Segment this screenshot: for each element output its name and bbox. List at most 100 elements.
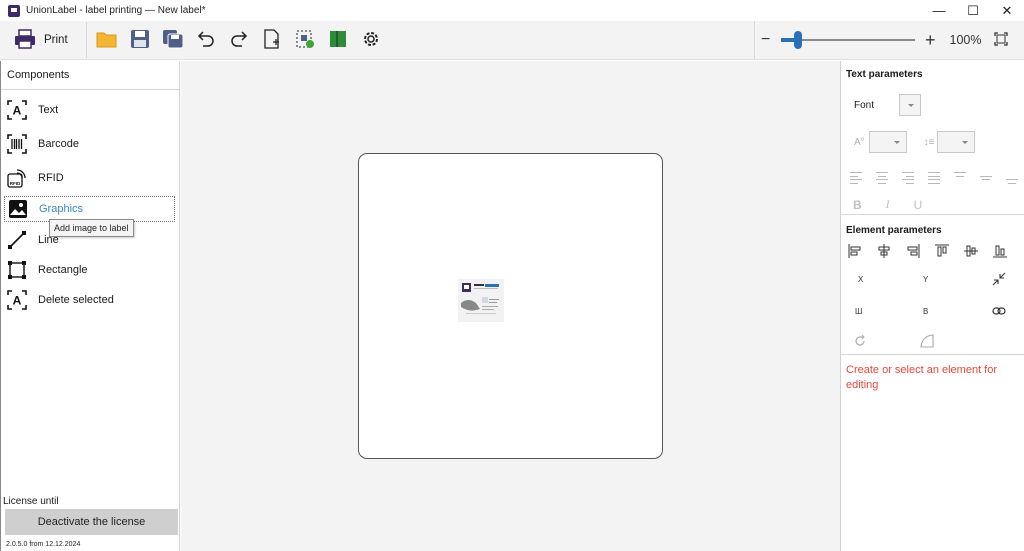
align-elements-bottom-icon[interactable]: [992, 243, 1008, 259]
component-graphics-label: Graphics: [39, 203, 84, 215]
text-parameters-title: Text parameters: [846, 69, 923, 80]
minimize-button[interactable]: —: [922, 0, 956, 21]
settings-gear-icon: [361, 29, 381, 52]
zoom-slider-thumb[interactable]: [794, 31, 802, 49]
align-right-icon[interactable]: [902, 172, 918, 184]
align-elements-right-icon[interactable]: [905, 243, 921, 259]
font-size-icon: A°: [854, 136, 865, 148]
component-text[interactable]: A Text: [1, 97, 179, 123]
corner-radius-icon[interactable]: [919, 333, 935, 349]
undo-button[interactable]: [192, 25, 220, 55]
align-middle-icon[interactable]: [980, 172, 996, 184]
component-rfid-label: RFID: [38, 172, 64, 184]
zoom-control: − + 100%: [754, 21, 1024, 59]
shrink-icon[interactable]: [991, 271, 1007, 287]
zoom-out-button[interactable]: −: [761, 31, 775, 49]
printer-icon: [14, 28, 36, 52]
svg-text:A: A: [13, 104, 22, 118]
new-label-icon: [263, 28, 281, 52]
underline-button[interactable]: U: [914, 198, 923, 212]
app-logo-icon: [8, 4, 20, 17]
label-canvas[interactable]: [181, 61, 840, 551]
align-center-icon[interactable]: [876, 172, 892, 184]
justify-icon[interactable]: [928, 172, 944, 184]
redo-button[interactable]: [225, 25, 253, 55]
align-elements-top-icon[interactable]: [934, 243, 950, 259]
rotation-icon[interactable]: [852, 333, 868, 349]
component-barcode-label: Barcode: [38, 138, 79, 150]
text-alignment-group: [850, 172, 1024, 184]
barcode-icon: [6, 133, 28, 155]
link-proportions-icon[interactable]: [991, 303, 1007, 319]
save-icon: [130, 29, 150, 52]
label-graphic-element[interactable]: [458, 279, 504, 322]
open-folder-button[interactable]: [93, 25, 121, 55]
rfid-icon: RFID: [6, 167, 28, 189]
license-until-label: License until: [3, 496, 59, 507]
component-rfid[interactable]: RFID RFID: [1, 165, 179, 191]
x-position-label: X: [858, 275, 864, 284]
components-header: Components: [1, 61, 179, 90]
deactivate-license-button[interactable]: Deactivate the license: [5, 509, 178, 535]
component-barcode[interactable]: Barcode: [1, 131, 179, 157]
rectangle-icon: [6, 259, 28, 281]
book-button[interactable]: [324, 25, 352, 55]
svg-text:RFID: RFID: [10, 181, 21, 186]
undo-icon: [197, 29, 215, 52]
line-spacing-icon: ↕≡: [923, 136, 935, 148]
components-panel: Components A Text Barcode RFID RFID Grap…: [0, 61, 180, 551]
align-elements-left-icon[interactable]: [847, 243, 863, 259]
maximize-button[interactable]: ☐: [956, 0, 990, 21]
align-top-icon[interactable]: [954, 172, 970, 184]
element-parameters-title: Element parameters: [846, 225, 942, 236]
label-settings-button[interactable]: [291, 25, 319, 55]
align-elements-middle-icon[interactable]: [963, 243, 979, 259]
save-all-button[interactable]: [159, 25, 187, 55]
svg-text:A: A: [13, 294, 22, 308]
height-label: В: [923, 307, 929, 316]
settings-button[interactable]: [357, 25, 385, 55]
text-icon: A: [6, 99, 28, 121]
font-size-dropdown[interactable]: [868, 131, 907, 153]
version-label: 2.0.5.0 from 12.12.2024: [6, 541, 81, 548]
title-bar: UnionLabel - label printing — New label*…: [0, 0, 1024, 21]
fit-to-window-button[interactable]: [993, 31, 1008, 49]
zoom-value: 100%: [949, 33, 982, 47]
width-label: Ш: [855, 307, 863, 316]
label-sheet[interactable]: [358, 153, 663, 459]
component-rectangle[interactable]: Rectangle: [1, 257, 179, 283]
zoom-in-button[interactable]: +: [925, 30, 936, 51]
align-left-icon[interactable]: [850, 172, 866, 184]
bold-button[interactable]: B: [853, 198, 862, 212]
align-elements-center-icon[interactable]: [876, 243, 892, 259]
properties-panel: Text parameters Font A° ↕≡ B I U Element…: [840, 61, 1024, 551]
image-icon: [7, 198, 29, 220]
print-label: Print: [44, 34, 68, 46]
close-button[interactable]: ✕: [990, 0, 1024, 21]
delete-selected-label: Delete selected: [38, 294, 114, 306]
redo-icon: [230, 29, 248, 52]
italic-button[interactable]: I: [886, 197, 890, 212]
no-selection-hint: Create or select an element for editing: [846, 364, 998, 391]
label-settings-icon: [295, 29, 315, 52]
save-button[interactable]: [126, 25, 154, 55]
delete-selected-icon: A: [6, 289, 28, 311]
save-all-icon: [162, 29, 184, 52]
line-icon: [6, 229, 28, 251]
zoom-slider[interactable]: [781, 30, 915, 50]
font-dropdown[interactable]: [899, 94, 922, 116]
font-label: Font: [854, 99, 875, 111]
toolbar: Print − + 100%: [0, 21, 1024, 60]
line-spacing-dropdown[interactable]: [936, 131, 975, 153]
component-rectangle-label: Rectangle: [38, 264, 88, 276]
fit-to-window-icon: [993, 31, 1008, 49]
book-icon: [328, 29, 348, 52]
component-text-label: Text: [38, 104, 59, 116]
delete-selected-button[interactable]: A Delete selected: [1, 287, 179, 313]
print-button[interactable]: Print: [4, 25, 78, 55]
align-bottom-icon[interactable]: [1006, 172, 1022, 184]
window-title: UnionLabel - label printing — New label*: [26, 5, 206, 16]
new-label-button[interactable]: [258, 25, 286, 55]
open-folder-icon: [96, 30, 118, 51]
y-position-label: Y: [923, 275, 929, 284]
